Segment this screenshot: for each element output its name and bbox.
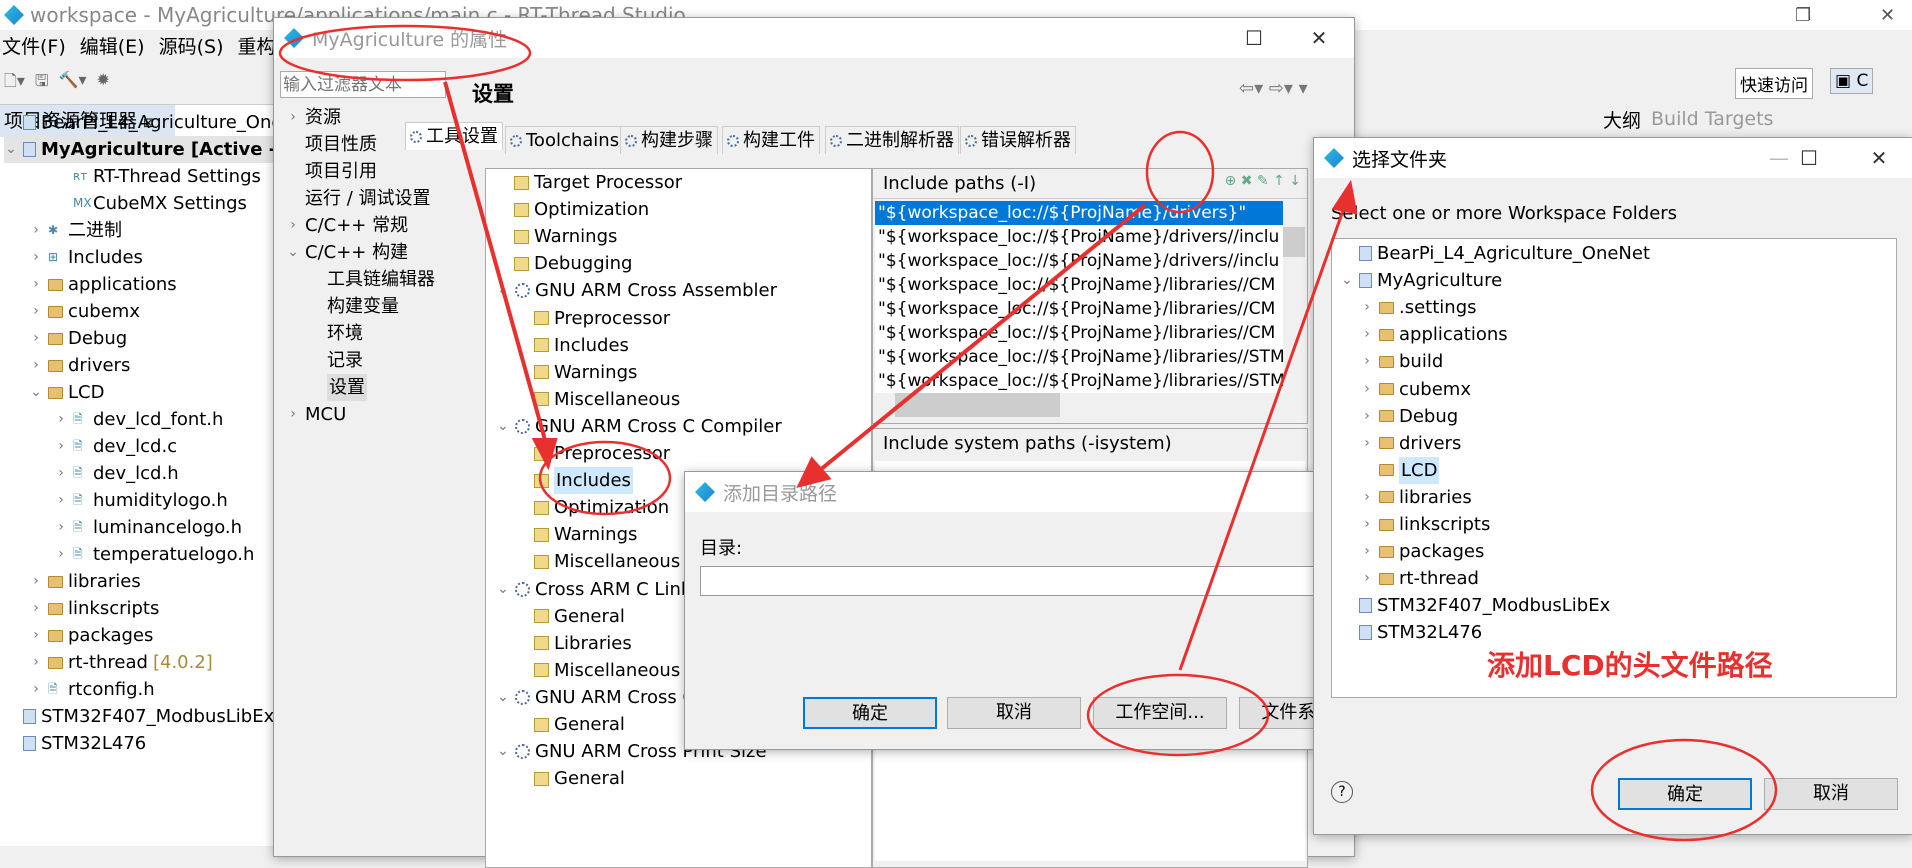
annotation-overlay [278,24,1778,842]
annotation-arrow-3 [1178,204,1347,671]
annotation-circle-title [278,24,532,82]
annotation-circle-workspace [1086,673,1270,757]
annotation-circle-ok [1590,738,1778,842]
annotation-circle-includes [538,440,672,516]
annotation-arrow-1 [443,81,547,441]
annotation-circle-add-icon [1145,130,1215,214]
annotation-arrow-2 [818,203,1147,472]
